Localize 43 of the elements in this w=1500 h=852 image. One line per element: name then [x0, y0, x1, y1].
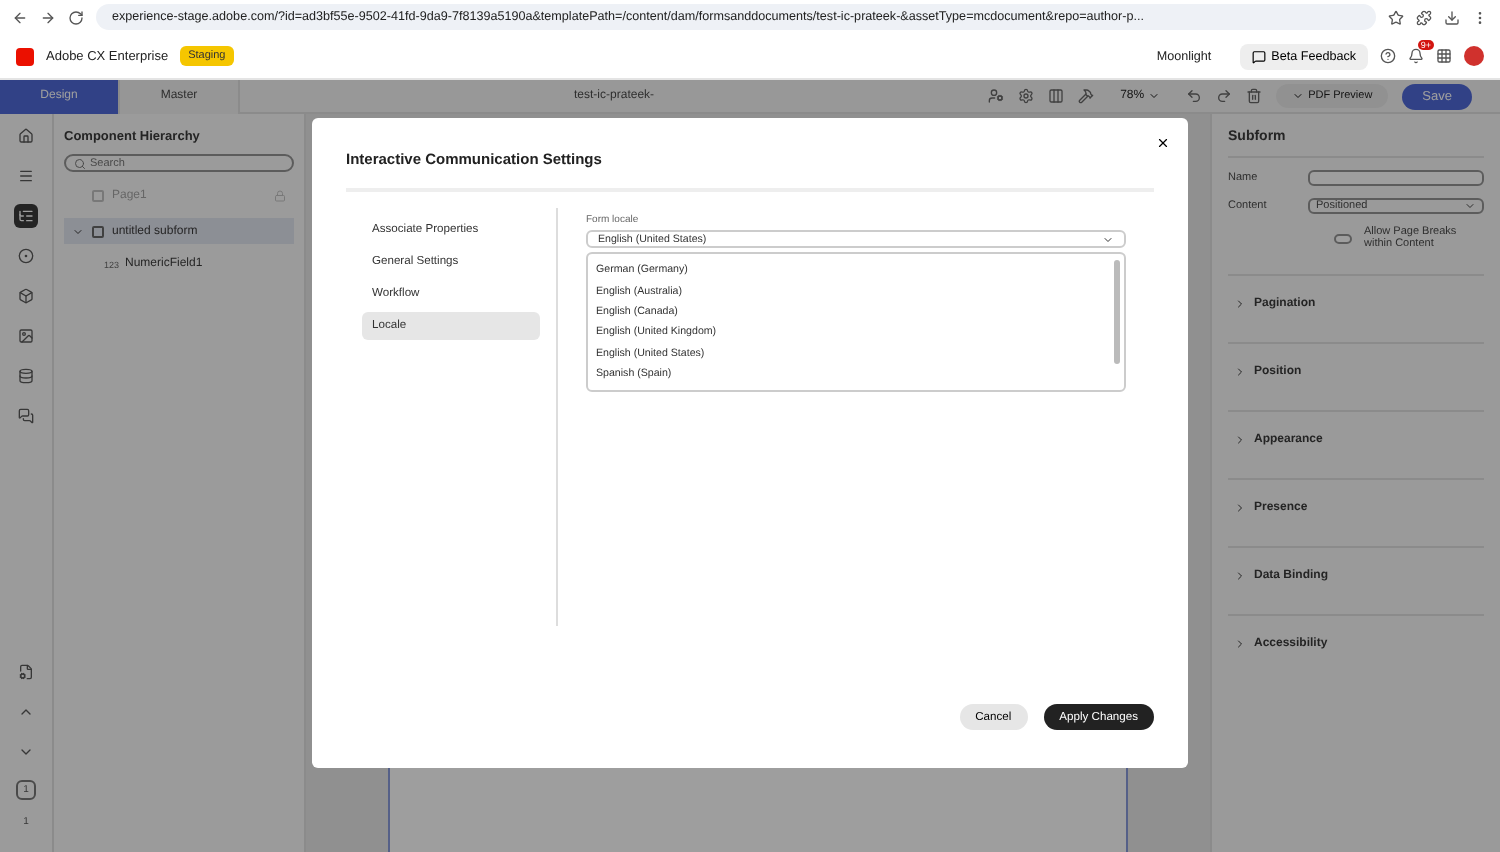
- chat-icon: [1251, 49, 1266, 63]
- caret-icon: [1292, 90, 1305, 102]
- circle-icon[interactable]: [14, 244, 38, 268]
- close-icon[interactable]: [1156, 136, 1170, 150]
- chevron-icon: [1234, 637, 1246, 649]
- chevron-icon: [1234, 365, 1246, 377]
- caret-icon: [1464, 200, 1476, 212]
- delete-icon[interactable]: [1246, 88, 1263, 104]
- database-icon[interactable]: [14, 364, 38, 388]
- star-icon[interactable]: [1388, 9, 1404, 25]
- hammer-icon[interactable]: [1078, 88, 1095, 104]
- undo-icon[interactable]: [1186, 88, 1203, 104]
- forward-icon[interactable]: [40, 9, 56, 25]
- home-icon[interactable]: [14, 124, 38, 148]
- download-icon[interactable]: [1444, 9, 1460, 25]
- apps-icon[interactable]: [1436, 48, 1452, 64]
- avatar[interactable]: [1464, 46, 1484, 66]
- tree-icon[interactable]: [14, 204, 38, 228]
- search-icon: [74, 157, 86, 169]
- bell-icon[interactable]: [1408, 48, 1424, 64]
- reload-icon[interactable]: [68, 9, 84, 25]
- image-icon[interactable]: [14, 324, 38, 348]
- chat-icon[interactable]: [14, 404, 38, 428]
- chevron-icon: [1234, 433, 1246, 445]
- user-settings-icon[interactable]: [988, 88, 1005, 104]
- cube-icon[interactable]: [14, 284, 38, 308]
- logo-icon: [16, 47, 34, 65]
- puzzle-icon[interactable]: [1416, 9, 1432, 25]
- name-field[interactable]: [1308, 170, 1484, 186]
- chevron-icon: [1234, 297, 1246, 309]
- caret-icon: [1102, 233, 1114, 245]
- lock-icon: [274, 189, 286, 201]
- redo-icon[interactable]: [1216, 88, 1233, 104]
- back-icon[interactable]: [12, 9, 28, 25]
- toggle-switch[interactable]: [1334, 233, 1352, 243]
- file-settings-icon[interactable]: [14, 660, 38, 684]
- columns-icon[interactable]: [1048, 88, 1065, 104]
- chevron-icon: [1234, 569, 1246, 581]
- help-icon[interactable]: [1380, 48, 1396, 64]
- settings-icon[interactable]: [1018, 88, 1035, 104]
- caret-icon: [1148, 90, 1161, 102]
- checkbox[interactable]: [92, 225, 104, 237]
- chevron-icon: [1234, 501, 1246, 513]
